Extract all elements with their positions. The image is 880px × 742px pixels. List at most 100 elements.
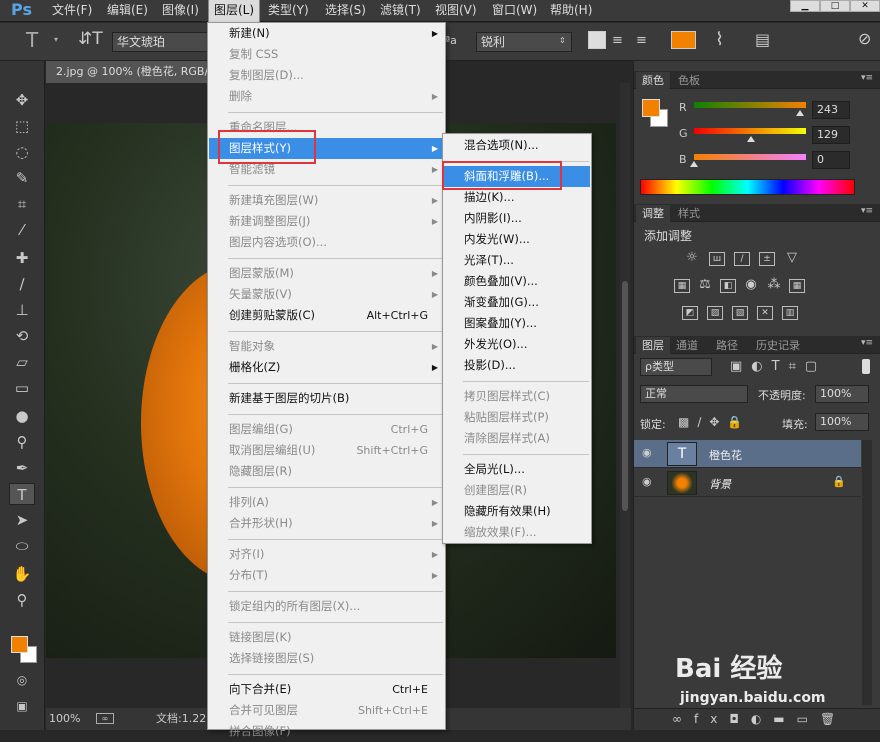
zoom-tool-icon[interactable]: ⚲ — [9, 589, 35, 611]
hue-saturation-icon[interactable]: ▦ — [674, 279, 690, 293]
menu-item-g[interactable]: 渐变叠加(G)... — [444, 292, 590, 313]
menu-item-u[interactable]: 取消图层编组(U) Shift+Ctrl+G — [209, 440, 444, 461]
gradient-tool-icon[interactable]: ▭ — [9, 377, 35, 399]
menu-help[interactable]: 帮助(H) — [550, 0, 592, 22]
text-tool-icon[interactable]: T — [26, 28, 38, 52]
panel-menu-icon[interactable]: ▾≡ — [861, 206, 873, 216]
color-balance-icon[interactable]: ⚖ — [697, 278, 713, 293]
menu-item-f[interactable]: 缩放效果(F)... — [444, 522, 590, 543]
menu-item-e[interactable]: 向下合并(E) Ctrl+E — [209, 679, 444, 700]
menu-view[interactable]: 视图(V) — [435, 0, 477, 22]
tab-adjustments[interactable]: 调整 — [636, 205, 670, 222]
vibrance-icon[interactable]: ▽ — [784, 251, 800, 266]
menu-item-item17[interactable]: 智能对象 ▶ — [209, 336, 444, 357]
color-lookup-icon[interactable]: ▦ — [789, 279, 805, 293]
menu-item-h[interactable]: 合并形状(H) ▶ — [209, 513, 444, 534]
g-slider-handle[interactable] — [747, 136, 755, 142]
menu-item-n[interactable]: 新建(N) ▶ — [209, 23, 444, 44]
menu-item-r[interactable]: 隐藏图层(R) — [209, 461, 444, 482]
tab-channels[interactable]: 通道 — [670, 337, 704, 354]
ellipse-tool-icon[interactable]: ⬭ — [9, 535, 35, 557]
maximize-icon[interactable]: □ — [820, 0, 850, 12]
menu-item-g[interactable]: 图层编组(G) Ctrl+G — [209, 419, 444, 440]
align-center-icon[interactable]: ≡ — [612, 33, 623, 48]
exposure-icon[interactable]: ± — [759, 252, 775, 266]
menu-item-d[interactable]: 复制图层(D)... — [209, 65, 444, 86]
eye-icon[interactable]: ◉ — [642, 475, 652, 488]
menu-item-s[interactable]: 选择链接图层(S) — [209, 648, 444, 669]
menu-item-item3[interactable]: 删除 ▶ — [209, 86, 444, 107]
marquee-tool-icon[interactable]: ⬚ — [9, 115, 35, 137]
hand-tool-icon[interactable]: ✋ — [9, 563, 35, 585]
panel-menu-icon[interactable]: ▾≡ — [861, 338, 873, 348]
zoom-level[interactable]: 100% — [49, 708, 80, 730]
cancel-icon[interactable]: ⊘ — [858, 29, 871, 48]
layer-name[interactable]: 橙色花 — [709, 447, 742, 463]
photo-filter-icon[interactable]: ◉ — [743, 278, 759, 293]
clone-stamp-icon[interactable]: ⊥ — [9, 299, 35, 321]
close-icon[interactable]: ✕ — [850, 0, 880, 12]
dodge-tool-icon[interactable]: ⚲ — [9, 431, 35, 453]
foreground-color-swatch[interactable] — [11, 636, 28, 653]
screen-mode-icon[interactable]: ▣ — [9, 695, 35, 717]
menu-item-a[interactable]: 清除图层样式(A) — [444, 428, 590, 449]
levels-icon[interactable]: ш — [709, 252, 725, 266]
menu-item-w[interactable]: 新建填充图层(W) ▶ — [209, 190, 444, 211]
filter-toggle[interactable] — [862, 359, 870, 374]
crop-tool-icon[interactable]: ⌗ — [9, 193, 35, 215]
invert-icon[interactable]: ◩ — [682, 306, 698, 320]
healing-brush-icon[interactable]: ✚ — [9, 247, 35, 269]
eraser-icon[interactable]: ▱ — [9, 351, 35, 373]
menu-item-r[interactable]: 创建图层(R) — [444, 480, 590, 501]
b-slider[interactable] — [694, 154, 806, 160]
g-value[interactable]: 129 — [812, 126, 850, 144]
tab-color[interactable]: 颜色 — [636, 72, 670, 89]
opacity-input[interactable]: 100% — [815, 385, 869, 403]
selective-color-icon[interactable]: ✕ — [757, 306, 773, 320]
eyedropper-icon[interactable]: ⁄ — [9, 219, 35, 241]
menu-item-y[interactable]: 图案叠加(Y)... — [444, 313, 590, 334]
menu-item-t[interactable]: 分布(T) ▶ — [209, 565, 444, 586]
menu-item-v[interactable]: 颜色叠加(V)... — [444, 271, 590, 292]
lasso-tool-icon[interactable]: ◌ — [9, 141, 35, 163]
menu-item-o[interactable]: 图层内容选项(O)... — [209, 232, 444, 253]
channel-mixer-icon[interactable]: ⁂ — [766, 278, 782, 293]
menu-filter[interactable]: 滤镜(T) — [380, 0, 421, 22]
menu-item-a[interactable]: 排列(A) ▶ — [209, 492, 444, 513]
layer-row-text[interactable]: ◉ T 橙色花 — [634, 440, 861, 468]
menu-image[interactable]: 图像(I) — [162, 0, 199, 22]
brush-tool-icon[interactable]: ∕ — [9, 273, 35, 295]
g-slider[interactable] — [694, 128, 806, 134]
menu-item-o[interactable]: 外发光(O)... — [444, 334, 590, 355]
document-tab[interactable]: 2.jpg @ 100% (橙色花, RGB/... — [46, 61, 216, 83]
scrollbar-thumb[interactable] — [622, 281, 628, 511]
tab-paths[interactable]: 路径 — [710, 337, 744, 354]
quick-select-icon[interactable]: ✎ — [9, 167, 35, 189]
color-fg-swatch[interactable] — [642, 99, 660, 117]
menu-item-d[interactable]: 投影(D)... — [444, 355, 590, 376]
menu-item-m[interactable]: 图层蒙版(M) ▶ — [209, 263, 444, 284]
menu-item-z[interactable]: 栅格化(Z) ▶ — [209, 357, 444, 378]
menu-item-css[interactable]: 复制 CSS — [209, 44, 444, 65]
blur-tool-icon[interactable]: ● — [9, 405, 35, 427]
layer-row-background[interactable]: ◉ 背景 🔒 — [634, 469, 861, 497]
r-value[interactable]: 243 — [812, 101, 850, 119]
menu-select[interactable]: 选择(S) — [325, 0, 366, 22]
text-color-swatch[interactable] — [671, 31, 696, 49]
antialias-select[interactable]: 锐利 — [476, 32, 572, 52]
quick-mask-icon[interactable]: ◎ — [9, 669, 35, 691]
tab-styles[interactable]: 样式 — [672, 205, 706, 222]
status-preview-icon[interactable]: ∞ — [96, 713, 114, 724]
align-right-icon[interactable]: ≡ — [636, 33, 647, 48]
curves-icon[interactable]: ∕ — [734, 252, 750, 266]
minimize-icon[interactable]: ▁ — [790, 0, 820, 12]
brightness-icon[interactable]: ☼ — [684, 251, 700, 266]
character-panel-icon[interactable]: ▤ — [755, 30, 770, 49]
menu-item-c[interactable]: 拷贝图层样式(C) — [444, 386, 590, 407]
menu-item-k[interactable]: 链接图层(K) — [209, 627, 444, 648]
layer-filter-select[interactable]: ρ类型 — [640, 358, 712, 376]
menu-item-c[interactable]: 创建剪贴蒙版(C) Alt+Ctrl+G — [209, 305, 444, 326]
menu-edit[interactable]: 编辑(E) — [107, 0, 148, 22]
menu-type[interactable]: 类型(Y) — [268, 0, 309, 22]
posterize-icon[interactable]: ▨ — [707, 306, 723, 320]
